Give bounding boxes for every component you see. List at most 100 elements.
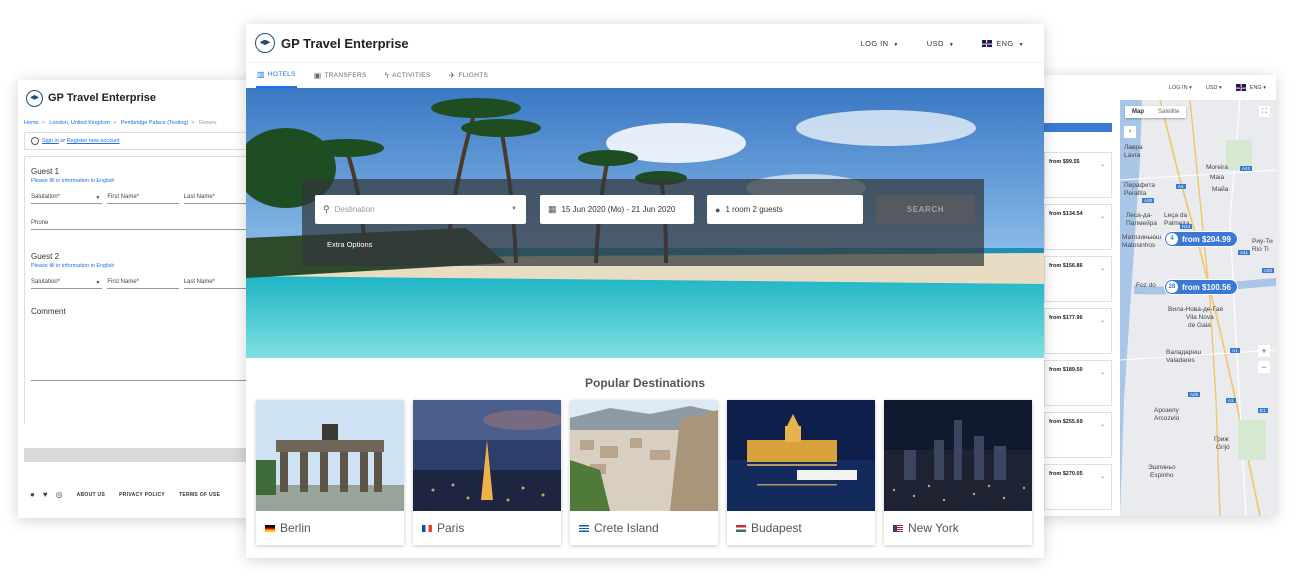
result-price: from $270.05 (1049, 471, 1083, 477)
logo-icon[interactable] (255, 33, 275, 53)
list-item[interactable]: from $189.50 ⌄ (1044, 360, 1112, 406)
hotel-icon: ▥ (257, 69, 265, 79)
guest-1-phone-input[interactable]: Phone (31, 220, 255, 230)
list-item[interactable]: from $255.69 ⌄ (1044, 412, 1112, 458)
map-label: Moreira (1206, 164, 1229, 171)
logo-icon[interactable] (26, 89, 43, 107)
terms-of-use-link[interactable]: TERMS OF USE (179, 492, 220, 498)
map-view[interactable]: Map Satellite ⛶ ‹ Лавра Lavra Moreira Ma… (1120, 100, 1276, 516)
right-currency-menu[interactable]: USD ▾ (1206, 85, 1222, 91)
left-brand[interactable]: GP Travel Enterprise (48, 92, 156, 104)
map-label: Matosinhos (1122, 242, 1156, 249)
results-filter-bar[interactable] (1044, 123, 1112, 132)
list-item[interactable]: from $156.86 ⌄ (1044, 256, 1112, 302)
germany-flag-icon (265, 524, 275, 532)
road-badge: A29 (1188, 392, 1201, 397)
satellite-tab[interactable]: Satellite (1151, 106, 1186, 118)
tab-flights-label: FLIGHTS (458, 71, 489, 79)
date-range-picker[interactable]: ▦ 15 Jun 2020 (Mo) - 21 Jun 2020 (540, 195, 694, 224)
guest-2-salutation-label: Salutation* (31, 279, 61, 285)
road-badge: A20 (1262, 268, 1275, 273)
map-label: Палмейра (1126, 220, 1158, 227)
list-item[interactable]: from $134.54 ⌄ (1044, 204, 1112, 250)
language-label: ENG (996, 38, 1014, 48)
result-price: from $177.96 (1049, 315, 1083, 321)
guest-1-first-name-input[interactable]: First Name* (107, 194, 179, 204)
currency-menu[interactable]: USD ▼ (927, 39, 954, 48)
guest-2-salutation-select[interactable]: Salutation* ▼ (31, 279, 103, 289)
destination-label: Paris (413, 511, 561, 545)
signin-or: or (60, 138, 66, 144)
destination-card-new-york[interactable]: New York (884, 400, 1032, 545)
result-price: from $255.69 (1049, 419, 1083, 425)
map-label: Leça da (1164, 212, 1188, 219)
left-header: GP Travel Enterprise (18, 80, 268, 116)
guests-selector[interactable]: ● 1 room 2 guests (707, 195, 863, 224)
destination-name: Paris (437, 521, 465, 535)
map-results-window: LOG IN ▾ USD ▾ ENG ▾ from $99.55 ⌄ from $… (1030, 75, 1276, 516)
about-us-link[interactable]: ABOUT US (77, 492, 106, 498)
privacy-policy-link[interactable]: PRIVACY POLICY (119, 492, 165, 498)
destination-card-berlin[interactable]: Berlin (256, 400, 404, 545)
sign-in-link[interactable]: Sign in (42, 138, 59, 144)
map-price-pin[interactable]: 4 from $204.99 (1164, 231, 1238, 247)
zoom-out-button[interactable]: − (1258, 361, 1270, 373)
tab-hotels[interactable]: ▥ HOTELS (256, 62, 297, 88)
destination-card-budapest[interactable]: Budapest (727, 400, 875, 545)
tab-activities[interactable]: ϟ ACTIVITIES (384, 62, 432, 88)
results-list: from $99.55 ⌄ from $134.54 ⌄ from $156.86 ⌄… (1044, 152, 1112, 516)
right-language-menu[interactable]: ENG ▾ (1235, 84, 1266, 91)
chevron-left-icon[interactable]: ‹ (1124, 126, 1136, 138)
breadcrumb-city[interactable]: London, United Kingdom (49, 120, 110, 126)
guest-1-subtitle: Please fill in information in English (31, 178, 115, 184)
submit-button[interactable] (24, 448, 268, 462)
destination-label: Crete Island (570, 511, 718, 545)
road-badge: A28 (1142, 198, 1155, 203)
destination-card-paris[interactable]: Paris (413, 400, 561, 545)
guest-1-last-name-label: Last Name* (183, 194, 216, 200)
twitter-icon[interactable]: ♥ (43, 490, 48, 499)
list-item[interactable]: from $99.55 ⌄ (1044, 152, 1112, 198)
breadcrumb-hotel[interactable]: Pembridge Palace (Testing) (121, 120, 189, 126)
guest-1-salutation-select[interactable]: Salutation* ▼ (31, 194, 103, 204)
destination-label: New York (884, 511, 1032, 545)
tab-transfers[interactable]: ▣ TRANSFERS (313, 62, 368, 88)
tab-flights[interactable]: ✈ FLIGHTS (448, 62, 490, 88)
right-currency-label: USD (1205, 84, 1218, 91)
destination-input[interactable]: ⚲ Destination ▼ (315, 195, 526, 224)
right-login-menu[interactable]: LOG IN ▾ (1169, 85, 1192, 91)
guest-2-title: Guest 2 (31, 252, 60, 261)
breadcrumb-current: Reserv (199, 120, 217, 126)
caret-down-icon: ▼ (893, 41, 899, 48)
destination-card-crete[interactable]: Crete Island (570, 400, 718, 545)
map-price-pin[interactable]: 28 from $100.56 (1164, 279, 1238, 295)
instagram-icon[interactable]: ◎ (56, 490, 63, 499)
map-type-toggle: Map Satellite (1125, 106, 1187, 118)
map-label: Валадареш (1166, 349, 1202, 356)
map-tab[interactable]: Map (1125, 106, 1151, 118)
login-menu[interactable]: LOG IN ▼ (861, 39, 899, 48)
facebook-icon[interactable]: ● (30, 490, 35, 499)
search-button[interactable]: SEARCH (876, 195, 975, 224)
date-range-value: 15 Jun 2020 (Mo) - 21 Jun 2020 (561, 205, 676, 214)
list-item[interactable]: from $270.05 ⌄ (1044, 464, 1112, 510)
extra-options-link[interactable]: Extra Options (327, 240, 372, 249)
breadcrumb-home[interactable]: Home (24, 120, 39, 126)
register-link[interactable]: Register new account (67, 138, 120, 144)
usa-flag-icon (893, 524, 903, 532)
result-price: from $99.55 (1049, 159, 1080, 165)
booking-form-window: GP Travel Enterprise Home > London, Unite… (18, 80, 268, 518)
map-label: Espinho (1150, 472, 1174, 479)
list-item[interactable]: from $177.96 ⌄ (1044, 308, 1112, 354)
language-menu[interactable]: ENG ▼ (982, 39, 1024, 48)
comment-textarea[interactable] (31, 380, 255, 381)
guest-2-first-name-input[interactable]: First Name* (107, 279, 179, 289)
main-brand[interactable]: GP Travel Enterprise (281, 36, 409, 51)
guest-2-last-name-input[interactable]: Last Name* (183, 279, 255, 289)
guest-1-last-name-input[interactable]: Last Name* (183, 194, 255, 204)
result-price: from $134.54 (1049, 211, 1083, 217)
fullscreen-icon[interactable]: ⛶ (1259, 106, 1270, 117)
guest-1-salutation-label: Salutation* (31, 194, 61, 200)
zoom-in-button[interactable]: + (1258, 345, 1270, 357)
map-label: de Gaia (1188, 322, 1211, 329)
